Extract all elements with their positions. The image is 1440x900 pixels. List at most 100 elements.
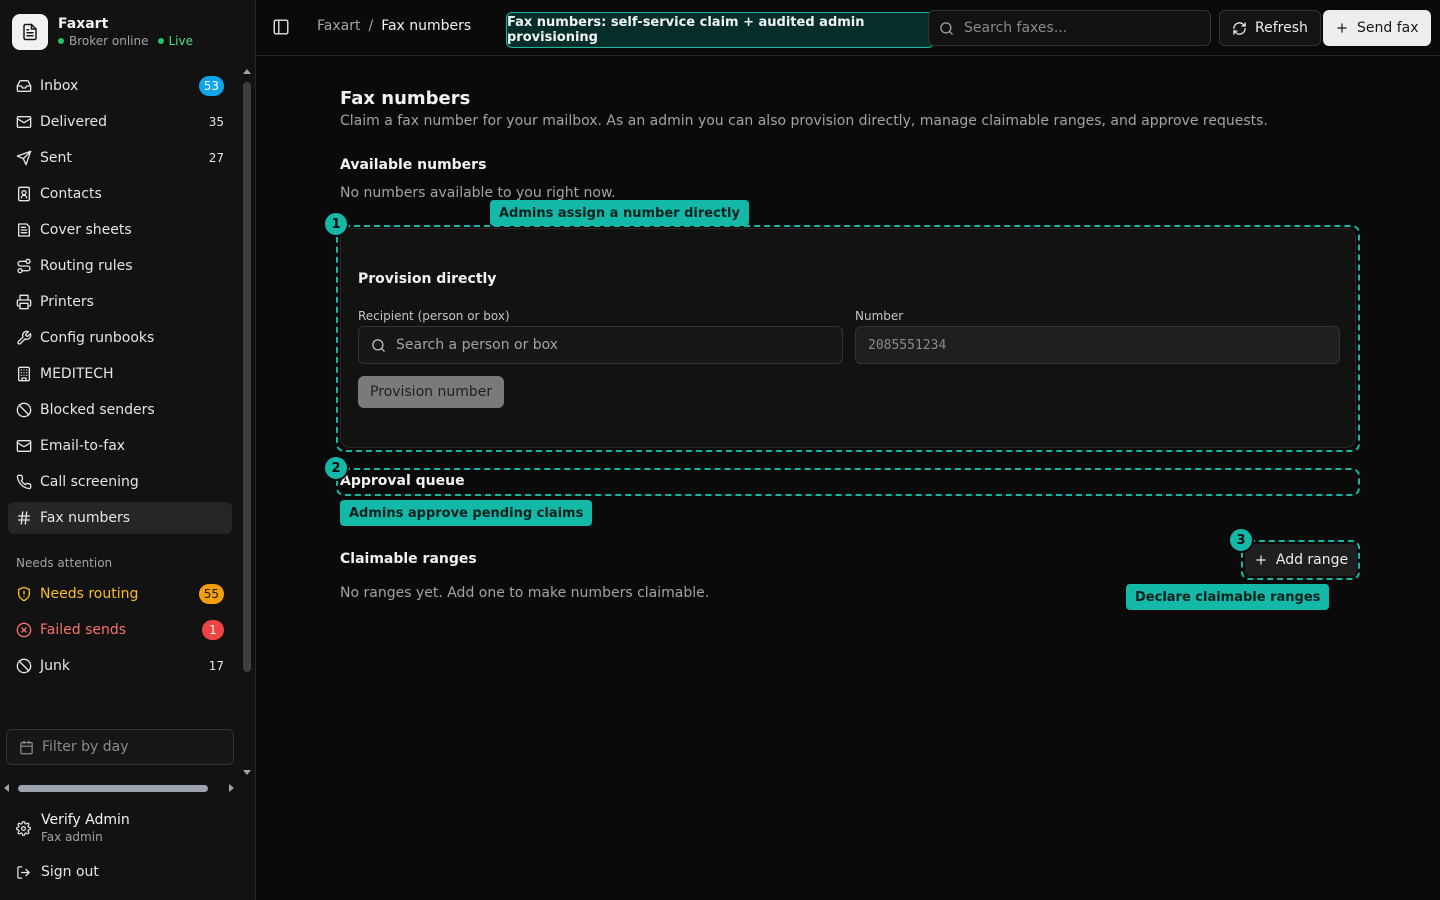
brand[interactable]: Faxart Broker online Live xyxy=(12,14,193,50)
sidebar-item-needs-routing[interactable]: Needs routing 55 xyxy=(8,578,232,610)
sidebar-toggle-button[interactable] xyxy=(272,18,290,40)
panel-left-icon xyxy=(273,19,289,35)
user-menu[interactable]: Verify Admin Fax admin xyxy=(16,812,130,844)
sidebar-item-label: Needs routing xyxy=(40,586,139,602)
search-placeholder: Search faxes... xyxy=(964,20,1068,36)
annotation-marker-1: 1 xyxy=(323,211,349,237)
cover-sheet-icon xyxy=(18,223,30,237)
filter-placeholder: Filter by day xyxy=(42,739,129,755)
log-out-icon xyxy=(17,865,30,879)
send-fax-label: Send fax xyxy=(1357,20,1419,36)
annotation-marker-2: 2 xyxy=(323,455,349,481)
annotation-outline-ranges xyxy=(1241,540,1360,580)
breadcrumb-separator: / xyxy=(368,18,374,34)
sidebar-item-contacts[interactable]: Contacts xyxy=(8,178,232,210)
sidebar-item-label: Call screening xyxy=(40,474,139,490)
annotation-tag-provision: Admins assign a number directly xyxy=(490,200,749,226)
ban-icon xyxy=(16,402,32,418)
user-role: Fax admin xyxy=(41,830,103,844)
connection-status: Broker online Live xyxy=(58,34,193,48)
sidebar-item-label: Delivered xyxy=(40,114,108,130)
scrollbar-thumb[interactable] xyxy=(18,785,208,792)
x-circle-icon xyxy=(16,622,32,638)
sidebar-item-routing-rules[interactable]: Routing rules xyxy=(8,250,232,282)
gear-icon xyxy=(16,820,31,836)
sidebar-item-label: Cover sheets xyxy=(40,222,132,238)
building-icon xyxy=(18,366,30,382)
inbox-count-badge: 53 xyxy=(198,76,224,96)
fax-logo-icon xyxy=(12,14,48,50)
page-title: Fax numbers xyxy=(340,88,471,109)
needs-attention-heading: Needs attention xyxy=(16,556,113,570)
scroll-up-icon[interactable] xyxy=(243,69,251,74)
scrollbar-thumb[interactable] xyxy=(243,82,251,672)
wrench-icon xyxy=(17,330,32,345)
sidebar-item-junk[interactable]: Junk 17 xyxy=(8,650,232,682)
annotation-outline-provision xyxy=(336,225,1360,452)
printer-icon xyxy=(16,294,32,310)
ban-icon xyxy=(16,658,32,674)
annotation-tag-approval: Admins approve pending claims xyxy=(340,500,593,526)
user-name: Verify Admin xyxy=(41,812,130,828)
sidebar-item-failed-sends[interactable]: Failed sends 1 xyxy=(8,614,232,646)
sidebar-item-label: Sent xyxy=(40,150,72,166)
sidebar-vertical-scrollbar[interactable] xyxy=(240,64,254,780)
needs-routing-badge: 55 xyxy=(198,584,224,604)
available-numbers-heading: Available numbers xyxy=(340,157,487,173)
refresh-icon xyxy=(1233,21,1246,35)
breadcrumb-root[interactable]: Faxart xyxy=(317,18,360,34)
sidebar-item-label: MEDITECH xyxy=(40,366,114,382)
sidebar-item-label: Email-to-fax xyxy=(40,438,126,454)
scroll-left-icon[interactable] xyxy=(4,784,9,792)
send-fax-button[interactable]: Send fax xyxy=(1323,10,1431,46)
annotation-tag-ranges: Declare claimable ranges xyxy=(1126,584,1330,610)
scroll-right-icon[interactable] xyxy=(229,784,234,792)
sidebar-item-delivered[interactable]: Delivered 35 xyxy=(8,106,232,138)
search-input[interactable]: Search faxes... xyxy=(928,10,1211,46)
available-numbers-empty: No numbers available to you right now. xyxy=(340,185,616,201)
live-status: Live xyxy=(168,34,194,48)
sidebar-item-label: Failed sends xyxy=(40,622,127,638)
sidebar-item-email-to-fax[interactable]: Email-to-fax xyxy=(8,430,232,462)
search-icon xyxy=(940,21,953,35)
sidebar-item-fax-numbers[interactable]: Fax numbers xyxy=(8,502,232,534)
filter-by-day-input[interactable]: Filter by day xyxy=(6,729,234,765)
sent-count: 27 xyxy=(208,151,224,165)
claimable-ranges-empty: No ranges yet. Add one to make numbers c… xyxy=(340,585,710,601)
phone-icon xyxy=(16,474,32,490)
sidebar-item-sent[interactable]: Sent 27 xyxy=(8,142,232,174)
contacts-icon xyxy=(18,186,30,202)
shield-alert-icon xyxy=(18,586,30,602)
broker-status: Broker online xyxy=(69,34,149,48)
delivered-count: 35 xyxy=(208,115,224,129)
refresh-button[interactable]: Refresh xyxy=(1219,10,1321,46)
route-icon xyxy=(17,258,31,274)
sidebar: Faxart Broker online Live Inbox 53 Deliv… xyxy=(0,0,256,900)
calendar-icon xyxy=(20,740,33,754)
sidebar-item-meditech[interactable]: MEDITECH xyxy=(8,358,232,390)
breadcrumb-current: Fax numbers xyxy=(381,18,472,34)
sidebar-item-call-screening[interactable]: Call screening xyxy=(8,466,232,498)
sidebar-item-label: Config runbooks xyxy=(40,330,155,346)
live-dot-icon xyxy=(157,38,164,44)
send-icon xyxy=(16,150,32,166)
sidebar-item-label: Blocked senders xyxy=(40,402,155,418)
sidebar-item-config-runbooks[interactable]: Config runbooks xyxy=(8,322,232,354)
claimable-ranges-heading: Claimable ranges xyxy=(340,551,477,567)
sidebar-item-label: Contacts xyxy=(40,186,102,202)
app-name: Faxart xyxy=(58,16,109,32)
feature-banner: Fax numbers: self-service claim + audite… xyxy=(506,12,934,48)
sign-out-button[interactable]: Sign out xyxy=(16,864,99,880)
sidebar-nav: Inbox 53 Delivered 35 Sent 27 Contacts C… xyxy=(8,70,232,686)
plus-icon xyxy=(1337,23,1347,33)
sidebar-item-blocked-senders[interactable]: Blocked senders xyxy=(8,394,232,426)
scroll-down-icon[interactable] xyxy=(243,770,251,775)
annotation-outline-approval xyxy=(336,468,1360,496)
sidebar-item-cover-sheets[interactable]: Cover sheets xyxy=(8,214,232,246)
sidebar-item-printers[interactable]: Printers xyxy=(8,286,232,318)
junk-count: 17 xyxy=(208,659,224,673)
sign-out-label: Sign out xyxy=(41,864,99,880)
sidebar-item-label: Routing rules xyxy=(40,258,133,274)
sidebar-item-inbox[interactable]: Inbox 53 xyxy=(8,70,232,102)
sidebar-horizontal-scrollbar[interactable] xyxy=(0,780,240,796)
